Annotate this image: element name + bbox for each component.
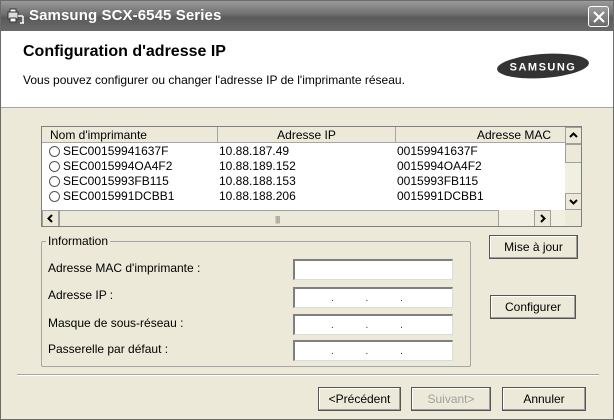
subnet-mask-value: . . . <box>331 320 403 331</box>
printer-row[interactable]: SEC0015994OA4F2 10.88.189.152 0015994OA4… <box>42 159 565 173</box>
printer-name: SEC00159941637F <box>63 144 169 158</box>
mac-address-field[interactable] <box>293 259 453 280</box>
back-button[interactable]: <Précédent <box>318 387 401 411</box>
page-title: Configuration d'adresse IP <box>23 43 226 60</box>
chevron-down-icon <box>569 199 578 205</box>
printer-row[interactable]: SEC0015991DCBB1 10.88.188.206 0015991DCB… <box>42 189 565 203</box>
list-header: Nom d'imprimante Adresse IP Adresse MAC <box>42 127 581 143</box>
printer-name: SEC0015993FB115 <box>63 174 169 188</box>
mac-address-label: Adresse MAC d'imprimante : <box>48 261 201 275</box>
refresh-button[interactable]: Mise à jour <box>489 235 578 259</box>
horizontal-scroll-thumb[interactable]: |||| <box>59 210 499 226</box>
window-title: Samsung SCX-6545 Series <box>29 7 222 24</box>
dialog-window: Samsung SCX-6545 Series Configuration d'… <box>0 0 614 420</box>
column-header-name[interactable]: Nom d'imprimante <box>42 127 218 143</box>
printer-ip: 10.88.188.153 <box>219 174 296 188</box>
printer-mac: 00159941637F <box>397 144 478 158</box>
printer-radio[interactable] <box>49 146 60 157</box>
next-button[interactable]: Suivant> <box>411 387 491 411</box>
ip-address-field[interactable]: . . . <box>293 287 453 308</box>
svg-text:SAMSUNG: SAMSUNG <box>510 62 577 74</box>
vertical-scrollbar[interactable] <box>565 127 581 210</box>
printer-radio[interactable] <box>49 176 60 187</box>
page-subtitle: Vous pouvez configurer ou changer l'adre… <box>23 73 405 87</box>
printer-radio[interactable] <box>49 191 60 202</box>
scroll-left-button[interactable] <box>42 210 59 226</box>
title-bar: Samsung SCX-6545 Series <box>1 1 613 31</box>
information-legend: Information <box>46 234 111 248</box>
cancel-button[interactable]: Annuler <box>502 387 586 411</box>
close-icon <box>593 11 605 23</box>
samsung-logo: SAMSUNG <box>497 53 589 79</box>
default-gateway-value: . . . <box>331 346 403 357</box>
ip-address-value: . . . <box>331 293 403 304</box>
printer-name: SEC0015994OA4F2 <box>63 159 173 173</box>
chevron-left-icon <box>47 214 53 223</box>
printer-ip: 10.88.189.152 <box>219 159 296 173</box>
horizontal-scrollbar[interactable]: |||| <box>42 210 565 226</box>
printer-ip: 10.88.188.206 <box>219 189 296 203</box>
close-button[interactable] <box>588 6 609 27</box>
printer-row[interactable]: SEC0015993FB115 10.88.188.153 0015993FB1… <box>42 174 565 188</box>
subnet-mask-field[interactable]: . . . <box>293 314 453 335</box>
default-gateway-field[interactable]: . . . <box>293 340 453 361</box>
printer-network-icon <box>7 7 25 25</box>
vertical-scroll-thumb[interactable] <box>565 144 581 163</box>
configure-button[interactable]: Configurer <box>490 295 576 319</box>
printer-list[interactable]: Nom d'imprimante Adresse IP Adresse MAC … <box>41 126 582 227</box>
scroll-down-button[interactable] <box>565 193 581 210</box>
scroll-grip-icon: |||| <box>275 215 280 224</box>
column-header-ip[interactable]: Adresse IP <box>218 127 396 143</box>
chevron-right-icon <box>540 214 546 223</box>
printer-ip: 10.88.187.49 <box>219 144 290 158</box>
scroll-right-button[interactable] <box>534 210 551 226</box>
default-gateway-label: Passerelle par défaut : <box>48 342 169 356</box>
scroll-up-button[interactable] <box>565 127 581 144</box>
printer-mac: 0015993FB115 <box>397 174 479 188</box>
printer-row[interactable]: SEC00159941637F 10.88.187.49 00159941637… <box>42 144 565 158</box>
scroll-corner <box>565 210 581 226</box>
footer-separator <box>17 374 599 376</box>
printer-mac: 0015994OA4F2 <box>397 159 482 173</box>
ip-address-label: Adresse IP : <box>48 288 114 302</box>
chevron-up-icon <box>569 132 578 138</box>
subnet-mask-label: Masque de sous-réseau : <box>48 316 184 330</box>
printer-radio[interactable] <box>49 161 60 172</box>
printer-mac: 0015991DCBB1 <box>397 189 484 203</box>
printer-name: SEC0015991DCBB1 <box>63 189 175 203</box>
column-header-mac[interactable]: Adresse MAC <box>396 127 565 143</box>
wizard-header: Configuration d'adresse IP Vous pouvez c… <box>1 31 613 108</box>
